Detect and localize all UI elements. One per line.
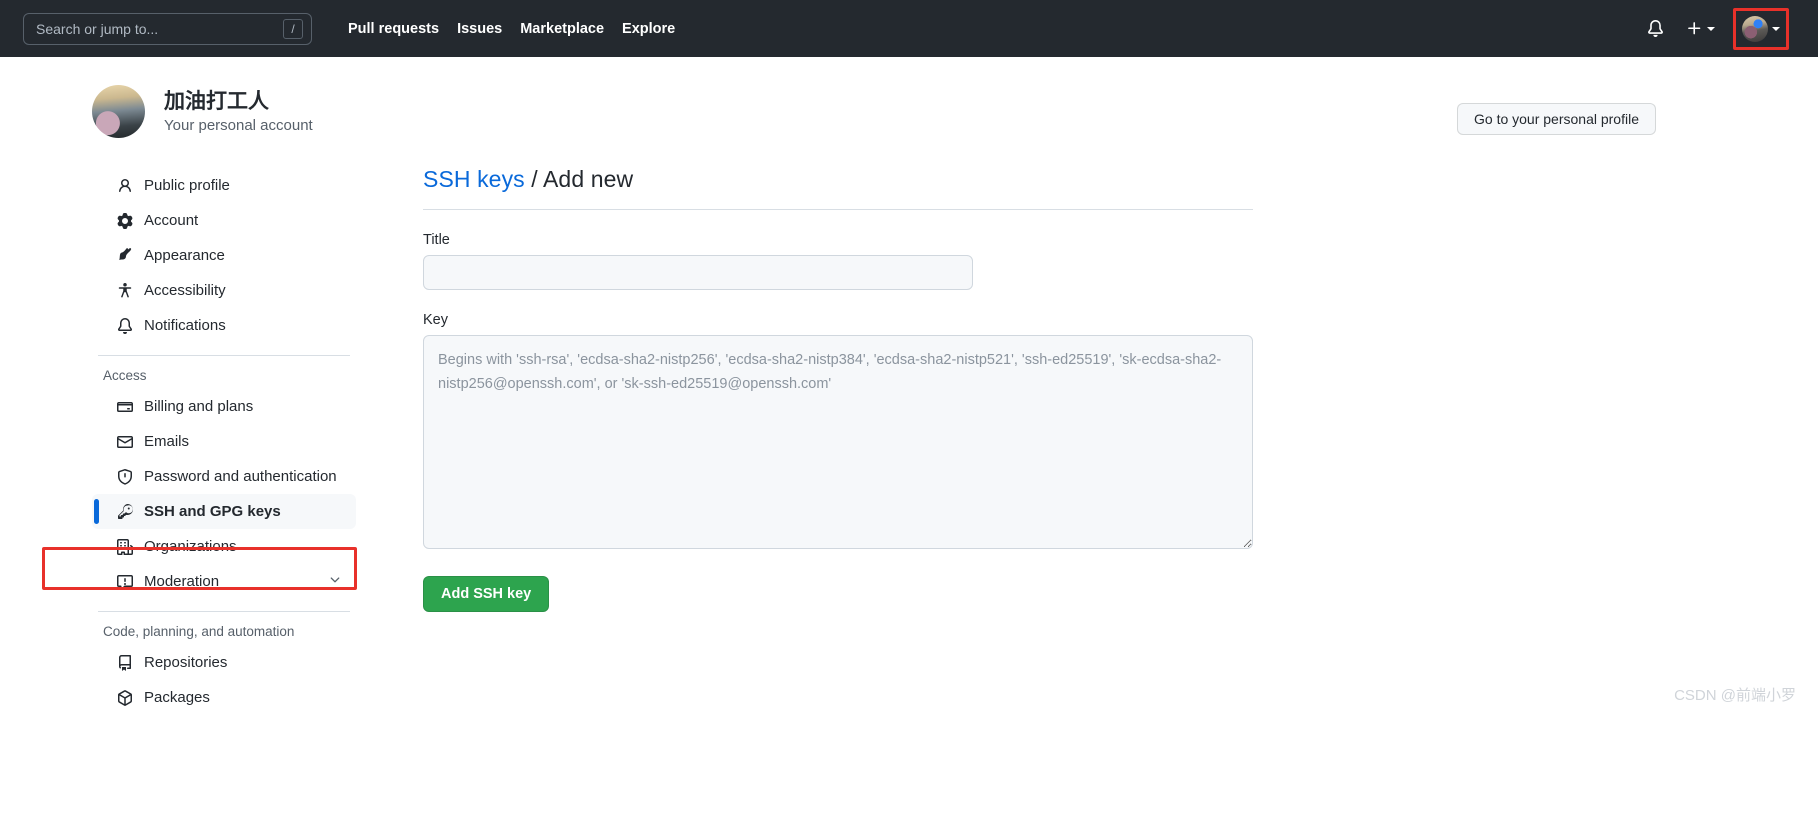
search-shortcut-badge: / (283, 18, 303, 39)
bell-icon (116, 317, 133, 334)
sidebar-divider (98, 355, 350, 356)
settings-page: 加油打工人 Your personal account Go to your p… (0, 57, 1818, 715)
sidebar-item-label: SSH and GPG keys (144, 503, 281, 520)
sidebar-item-public-profile[interactable]: Public profile (92, 168, 356, 203)
main-content: SSH keys / Add new Title Key Add SSH key (423, 166, 1253, 715)
sidebar-item-notifications[interactable]: Notifications (92, 308, 356, 343)
user-account-menu[interactable] (1733, 7, 1789, 50)
profile-avatar[interactable] (92, 85, 145, 138)
sidebar-item-packages[interactable]: Packages (92, 680, 356, 715)
chevron-down-icon (1707, 26, 1715, 31)
sidebar-item-label: Emails (144, 433, 190, 450)
chevron-down-icon (1772, 26, 1780, 31)
sidebar-item-label: Appearance (144, 247, 225, 264)
profile-identity: 加油打工人 Your personal account (164, 89, 313, 133)
watermark: CSDN @前端小罗 (1674, 687, 1796, 704)
sidebar-item-moderation[interactable]: Moderation (92, 564, 356, 599)
sidebar-item-organizations[interactable]: Organizations (92, 529, 356, 564)
settings-body: Public profile Account Appearance Access… (0, 166, 1818, 715)
shield-icon (116, 468, 133, 485)
sidebar-item-label: Organizations (144, 538, 237, 555)
person-icon (116, 177, 133, 194)
sidebar-item-label: Accessibility (144, 282, 226, 299)
gear-icon (116, 212, 133, 229)
key-field-label: Key (423, 312, 448, 328)
sidebar-item-label: Packages (144, 689, 210, 706)
sidebar-item-repositories[interactable]: Repositories (92, 645, 356, 680)
search-input[interactable]: Search or jump to... / (23, 12, 312, 45)
search-placeholder-text: Search or jump to... (36, 20, 159, 37)
sidebar-item-emails[interactable]: Emails (92, 424, 356, 459)
ssh-key-textarea[interactable] (423, 335, 1253, 549)
credit-card-icon (116, 398, 133, 415)
profile-subtitle: Your personal account (164, 116, 313, 134)
sidebar-item-label: Moderation (144, 573, 220, 590)
settings-sidebar: Public profile Account Appearance Access… (92, 166, 356, 715)
bell-icon[interactable] (1647, 20, 1664, 37)
sidebar-item-billing-and-plans[interactable]: Billing and plans (92, 389, 356, 424)
sidebar-item-label: Password and authentication (144, 468, 337, 485)
organization-icon (116, 538, 133, 555)
sidebar-item-label: Public profile (144, 177, 230, 194)
sidebar-item-label: Billing and plans (144, 398, 254, 415)
sidebar-item-ssh-and-gpg-keys[interactable]: SSH and GPG keys (92, 494, 356, 529)
breadcrumb-ssh-keys-link[interactable]: SSH keys (423, 166, 525, 192)
chevron-down-icon (328, 573, 342, 591)
repo-icon (116, 654, 133, 671)
sidebar-divider (98, 611, 350, 612)
sidebar-item-appearance[interactable]: Appearance (92, 238, 356, 273)
go-to-personal-profile-button[interactable]: Go to your personal profile (1457, 103, 1656, 135)
title-field-label: Title (423, 232, 450, 248)
sidebar-item-accessibility[interactable]: Accessibility (92, 273, 356, 308)
sidebar-section-code-title: Code, planning, and automation (103, 624, 295, 639)
sidebar-item-label: Repositories (144, 654, 228, 671)
mail-icon (116, 433, 133, 450)
global-header: Search or jump to... / Pull requests Iss… (0, 0, 1818, 57)
ssh-key-title-input[interactable] (423, 255, 973, 290)
sidebar-item-password-and-authentication[interactable]: Password and authentication (92, 459, 356, 494)
page-title: SSH keys / Add new (423, 166, 1253, 210)
breadcrumb-separator: / (524, 166, 543, 192)
report-icon (116, 573, 133, 590)
header-right-controls (1647, 7, 1799, 50)
nav-explore[interactable]: Explore (622, 21, 675, 37)
create-new-menu[interactable] (1686, 20, 1715, 37)
nav-issues[interactable]: Issues (457, 21, 502, 37)
paintbrush-icon (116, 247, 133, 264)
profile-name: 加油打工人 (164, 90, 269, 114)
profile-header: 加油打工人 Your personal account Go to your p… (0, 57, 1818, 138)
key-icon (116, 503, 133, 520)
sidebar-section-access-title: Access (103, 368, 147, 383)
header-nav: Pull requests Issues Marketplace Explore (348, 21, 675, 37)
accessibility-icon (116, 282, 133, 299)
add-ssh-key-button[interactable]: Add SSH key (423, 576, 550, 612)
sidebar-item-account[interactable]: Account (92, 203, 356, 238)
plus-icon (1686, 20, 1703, 37)
nav-pull-requests[interactable]: Pull requests (348, 21, 439, 37)
sidebar-item-label: Account (144, 212, 199, 229)
sidebar-item-label: Notifications (144, 317, 226, 334)
breadcrumb-current: Add new (542, 166, 634, 192)
avatar (1742, 15, 1768, 42)
nav-marketplace[interactable]: Marketplace (520, 21, 604, 37)
package-icon (116, 689, 133, 706)
